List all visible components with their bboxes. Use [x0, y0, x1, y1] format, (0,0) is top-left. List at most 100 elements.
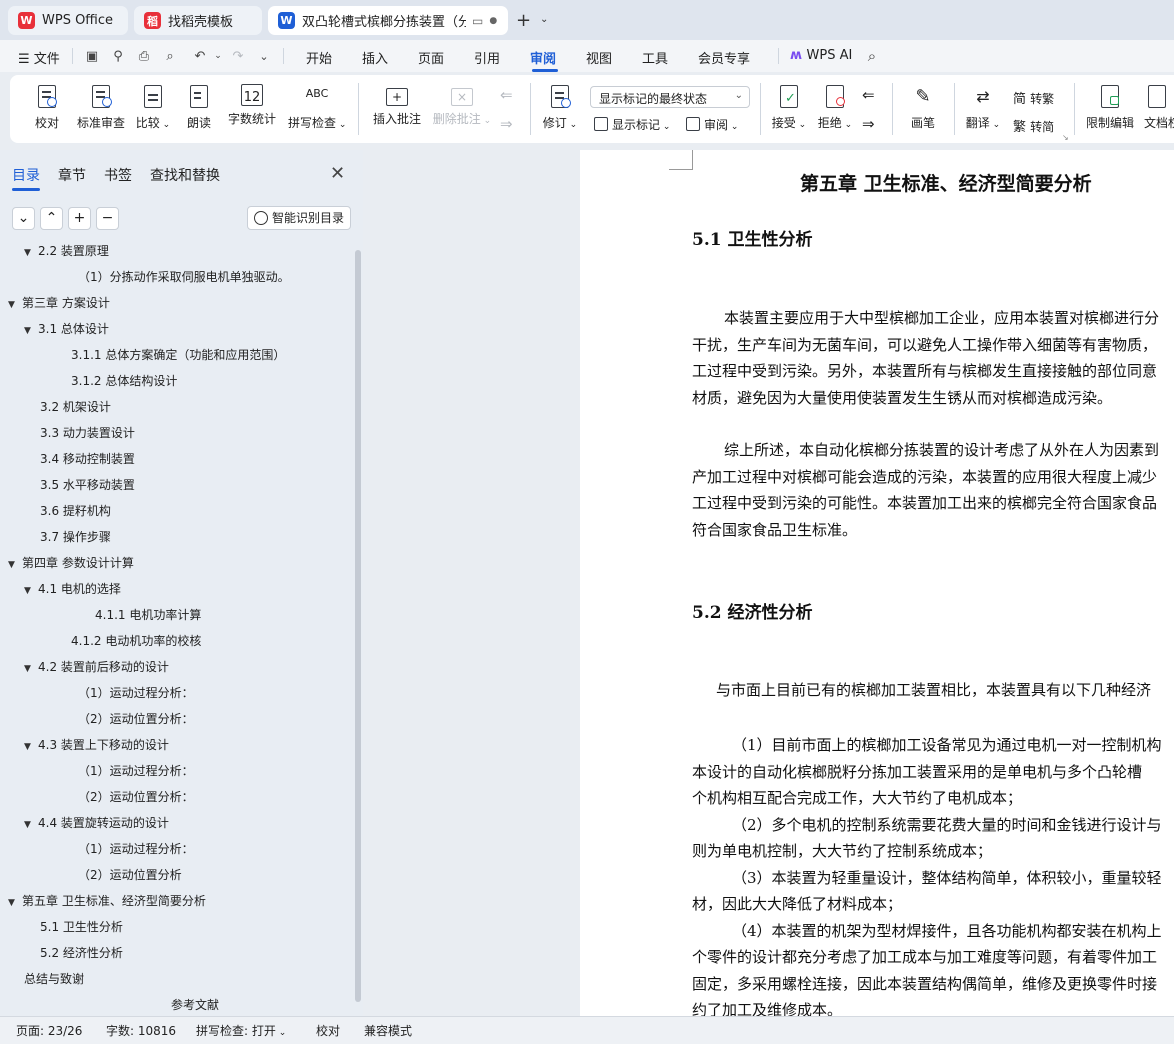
tab-document[interactable]: W 双凸轮槽式槟榔分拣装置（分 ▭ ●	[268, 6, 508, 35]
file-menu[interactable]: ☰ 文件	[18, 48, 60, 67]
markup-state-select[interactable]: 显示标记的最终状态 ⌄	[590, 86, 750, 108]
tab-bookmarks[interactable]: 书签	[104, 165, 132, 185]
toc-item[interactable]: ▼ 第五章 卫生标准、经济型简要分析	[8, 892, 206, 909]
toc-item[interactable]: 5.1 卫生性分析	[40, 918, 123, 935]
toc-item[interactable]: ▼ 4.2 装置前后移动的设计	[24, 658, 169, 675]
scrollbar-thumb[interactable]	[355, 250, 361, 1002]
expand-caret-icon[interactable]: ▼	[8, 898, 22, 908]
menu-review[interactable]: 审阅	[530, 48, 556, 67]
toc-item[interactable]: ▼ 第三章 方案设计	[8, 294, 110, 311]
toc-item[interactable]: （2）运动位置分析：	[78, 788, 194, 805]
toc-item[interactable]: ▼ 4.4 装置旋转运动的设计	[24, 814, 169, 831]
toc-item[interactable]: （2）运动位置分析：	[78, 710, 194, 727]
tab-find-replace[interactable]: 查找和替换	[150, 165, 220, 185]
expand-caret-icon[interactable]: ▼	[24, 326, 38, 336]
toc-item[interactable]: 3.4 移动控制装置	[40, 450, 135, 467]
toc-scrollbar[interactable]	[355, 250, 361, 1010]
group-expand-icon[interactable]: ↘	[1062, 133, 1069, 142]
toc-item[interactable]: 3.6 提籽机构	[40, 502, 111, 519]
standard-review-button[interactable]: 标准审查	[76, 84, 126, 131]
document-page[interactable]: 第五章 卫生标准、经济型简要分析 5.1 卫生性分析 本装置主要应用于大中型槟榔…	[580, 150, 1174, 1016]
insert-comment-button[interactable]: + 插入批注	[372, 84, 422, 127]
menu-insert[interactable]: 插入	[362, 48, 388, 67]
toc-item[interactable]: 4.1.2 电动机功率的校核	[71, 632, 201, 649]
toc-item[interactable]: （1）运动过程分析：	[78, 840, 194, 857]
next-change-icon[interactable]: ⇒	[862, 115, 875, 133]
reject-button[interactable]: 拒绝 ⌄	[816, 84, 854, 131]
smart-toc-button[interactable]: 智能识别目录	[247, 206, 351, 230]
toc-item[interactable]: （1）运动过程分析：	[78, 762, 194, 779]
close-icon[interactable]: ✕	[330, 163, 345, 184]
ink-pen-button[interactable]: ✎ 画笔	[908, 84, 938, 131]
previous-change-icon[interactable]: ⇐	[862, 86, 875, 104]
search-icon[interactable]: ⌕	[864, 49, 880, 64]
read-aloud-button[interactable]: 朗读	[186, 84, 212, 131]
toc-item[interactable]: 3.2 机架设计	[40, 398, 111, 415]
toc-item[interactable]: 4.1.1 电机功率计算	[95, 606, 201, 623]
demote-button[interactable]: −	[96, 207, 119, 230]
expand-all-button[interactable]: ⌄	[12, 207, 35, 230]
next-comment-icon[interactable]: ⇒	[500, 115, 513, 133]
review-pane-button[interactable]: 审阅 ⌄	[686, 116, 738, 133]
toc-item[interactable]: （2）运动位置分析	[78, 866, 182, 883]
tab-toc[interactable]: 目录	[12, 165, 40, 185]
page-indicator[interactable]: 页面: 23/26	[16, 1022, 82, 1039]
word-count-button[interactable]: 12 字数统计	[228, 84, 276, 127]
monitor-icon[interactable]: ▭	[472, 14, 483, 28]
toc-item[interactable]: ▼ 4.3 装置上下移动的设计	[24, 736, 169, 753]
toc-item[interactable]: 3.3 动力装置设计	[40, 424, 135, 441]
toc-item[interactable]: 总结与致谢	[24, 970, 84, 987]
previous-comment-icon[interactable]: ⇐	[500, 86, 513, 104]
proofread-button[interactable]: 校对	[32, 84, 62, 131]
toc-item[interactable]: ▼ 3.1 总体设计	[24, 320, 109, 337]
toc-item[interactable]: （1）分拣动作采取伺服电机单独驱动。	[78, 268, 290, 285]
tab-sections[interactable]: 章节	[58, 165, 86, 185]
tab-list-dropdown-icon[interactable]: ⌄	[540, 14, 548, 25]
toc-item[interactable]: ▼ 4.1 电机的选择	[24, 580, 121, 597]
track-changes-button[interactable]: 修订 ⌄	[542, 84, 578, 131]
expand-caret-icon[interactable]: ▼	[24, 820, 38, 830]
expand-caret-icon[interactable]: ▼	[8, 560, 22, 570]
menu-view[interactable]: 视图	[586, 48, 612, 67]
spell-check-button[interactable]: ABC 拼写检查 ⌄	[288, 84, 346, 131]
save-icon[interactable]: ▣	[84, 49, 100, 64]
toc-item[interactable]: 5.2 经济性分析	[40, 944, 123, 961]
to-simplified-button[interactable]: 繁 转简	[1013, 116, 1054, 135]
print-preview-icon[interactable]: ⌕	[162, 49, 178, 64]
print-icon[interactable]: ⎙	[136, 49, 152, 64]
proofread-status[interactable]: 校对	[316, 1022, 340, 1039]
toc-item[interactable]: ▼ 2.2 装置原理	[24, 242, 109, 259]
undo-dropdown-icon[interactable]: ⌄	[210, 49, 226, 64]
menu-member[interactable]: 会员专享	[698, 48, 750, 67]
toc-item[interactable]: （1）运动过程分析：	[78, 684, 194, 701]
to-traditional-button[interactable]: 简 转繁	[1013, 88, 1054, 107]
delete-comment-button[interactable]: × 删除批注 ⌄	[432, 84, 492, 127]
expand-caret-icon[interactable]: ▼	[24, 742, 38, 752]
expand-caret-icon[interactable]: ▼	[24, 664, 38, 674]
restrict-editing-button[interactable]: 限制编辑	[1084, 84, 1136, 131]
collapse-all-button[interactable]: ⌃	[40, 207, 63, 230]
expand-caret-icon[interactable]: ▼	[8, 300, 22, 310]
translate-button[interactable]: ⇄ 翻译 ⌄	[964, 84, 1002, 131]
toc-item[interactable]: 3.5 水平移动装置	[40, 476, 135, 493]
menu-reference[interactable]: 引用	[474, 48, 500, 67]
share-icon[interactable]: ⚲	[110, 49, 126, 64]
more-dropdown-icon[interactable]: ⌄	[256, 49, 272, 64]
spell-check-status[interactable]: 拼写检查: 打开 ⌄	[196, 1022, 286, 1039]
expand-caret-icon[interactable]: ▼	[24, 586, 38, 596]
menu-tools[interactable]: 工具	[642, 48, 668, 67]
toc-item[interactable]: 3.1.1 总体方案确定（功能和应用范围）	[71, 346, 285, 363]
document-rights-button[interactable]: 文档权	[1144, 84, 1174, 131]
accept-button[interactable]: ✓ 接受 ⌄	[770, 84, 808, 131]
word-count-indicator[interactable]: 字数: 10816	[106, 1022, 176, 1039]
undo-icon[interactable]: ↶	[192, 49, 208, 64]
promote-button[interactable]: +	[68, 207, 91, 230]
toc-item[interactable]: 参考文献	[171, 996, 219, 1013]
wps-ai-button[interactable]: ʍ WPS AI	[790, 48, 852, 63]
compare-button[interactable]: 比较 ⌄	[134, 84, 172, 131]
redo-icon[interactable]: ↷	[230, 49, 246, 64]
toc-item[interactable]: 3.1.2 总体结构设计	[71, 372, 177, 389]
toc-item[interactable]: 3.7 操作步骤	[40, 528, 111, 545]
tab-template[interactable]: 稻 找稻壳模板	[134, 6, 262, 35]
toc-item[interactable]: ▼ 第四章 参数设计计算	[8, 554, 134, 571]
